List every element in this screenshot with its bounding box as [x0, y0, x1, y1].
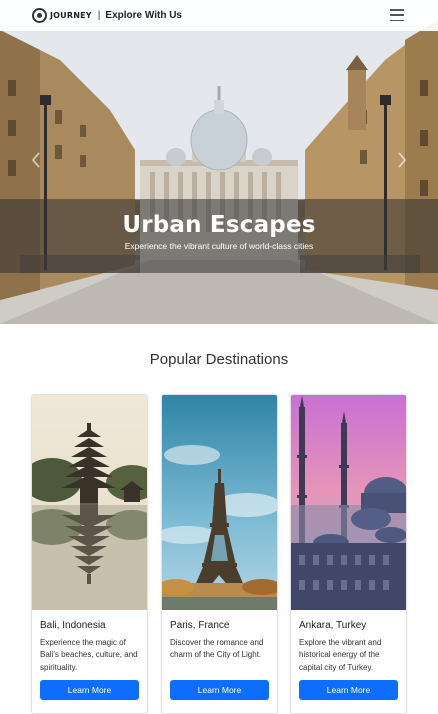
carousel-prev-button[interactable] — [30, 150, 42, 170]
destination-card-ankara: Ankara, Turkey Explore the vibrant and h… — [290, 394, 407, 714]
ankara-image — [291, 395, 406, 610]
destination-card-bali: Bali, Indonesia Experience the magic of … — [31, 394, 148, 714]
chevron-left-icon — [31, 152, 40, 168]
brand-tagline: Explore With Us — [105, 10, 182, 21]
card-text-paris: Discover the romance and charm of the Ci… — [170, 638, 264, 660]
paris-image — [162, 395, 277, 610]
card-title-ankara: Ankara, Turkey — [299, 620, 367, 631]
carousel-next-button[interactable] — [396, 150, 408, 170]
hero-caption: Urban Escapes Experience the vibrant cul… — [0, 199, 438, 273]
card-title-bali: Bali, Indonesia — [40, 620, 106, 631]
section-title: Popular Destinations — [149, 351, 289, 368]
brand-separator: | — [97, 10, 101, 21]
hero-subtitle: Experience the vibrant culture of world-… — [124, 241, 314, 251]
learn-more-button-bali[interactable]: Learn More — [40, 680, 139, 700]
card-text-ankara: Explore the vibrant and historical energ… — [299, 638, 382, 672]
brand-name: JOURNEY — [50, 11, 92, 20]
learn-more-button-ankara[interactable]: Learn More — [299, 680, 398, 700]
hero-title: Urban Escapes — [122, 212, 316, 238]
navbar: JOURNEY | Explore With Us — [0, 0, 438, 31]
card-title-paris: Paris, France — [170, 620, 230, 631]
learn-more-button-paris[interactable]: Learn More — [170, 680, 269, 700]
hero-image — [0, 0, 438, 324]
brand-link[interactable]: JOURNEY | Explore With Us — [32, 8, 182, 23]
destination-card-paris: Paris, France Discover the romance and c… — [161, 394, 278, 714]
card-text-bali: Experience the magic of Bali's beaches, … — [40, 638, 138, 672]
chevron-right-icon — [398, 152, 407, 168]
hero-carousel: Urban Escapes Experience the vibrant cul… — [0, 0, 438, 324]
hamburger-menu-icon[interactable] — [390, 9, 404, 21]
journey-logo-icon — [32, 8, 47, 23]
bali-image — [32, 395, 147, 610]
